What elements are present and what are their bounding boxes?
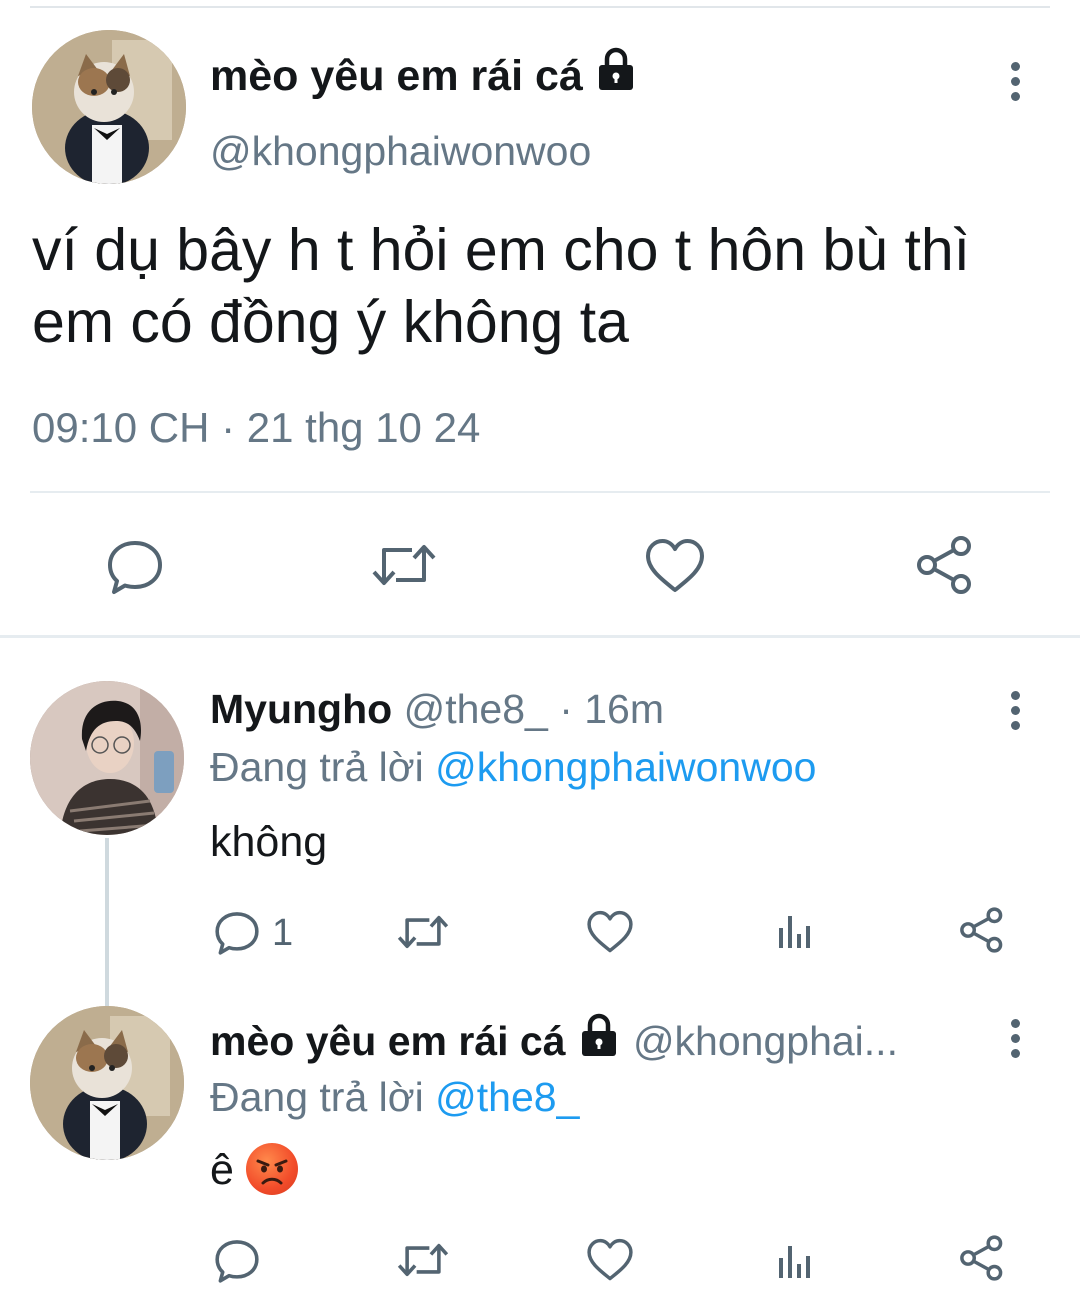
avatar[interactable] [32, 30, 186, 184]
handle: @khongphai... [632, 1017, 898, 1064]
replying-label: Đang trả lời [210, 744, 424, 790]
display-name[interactable]: mèo yêu em rái cá [210, 1018, 566, 1064]
reply-header[interactable]: mèo yêu em rái cá @khongphai... [210, 1013, 898, 1072]
analytics-icon[interactable] [776, 1240, 816, 1285]
display-name[interactable]: Myungho [210, 686, 392, 732]
share-icon[interactable] [914, 534, 976, 601]
reply-count: 1 [272, 912, 294, 954]
mention-link[interactable]: @khongphaiwonwoo [435, 744, 816, 790]
reply-text-content: ê [210, 1146, 234, 1194]
reply-text: ê [210, 1142, 298, 1199]
timestamp[interactable]: 09:10 CH · 21 thg 10 24 [32, 404, 480, 452]
display-name[interactable]: mèo yêu em rái cá [210, 47, 639, 107]
display-name-text: mèo yêu em rái cá [210, 51, 583, 100]
avatar[interactable] [30, 1006, 184, 1160]
handle[interactable]: @khongphaiwonwoo [210, 128, 591, 175]
retweet-icon[interactable] [396, 910, 450, 959]
analytics-icon[interactable] [776, 910, 816, 955]
reply-icon[interactable] [106, 538, 164, 601]
share-icon[interactable] [958, 1234, 1006, 1287]
avatar[interactable] [30, 681, 184, 835]
reply-icon[interactable] [214, 1238, 260, 1289]
replying-to: Đang trả lời @the8_ [210, 1074, 579, 1121]
heart-icon[interactable] [644, 538, 706, 599]
reply-icon[interactable] [214, 910, 260, 961]
retweet-icon[interactable] [396, 1238, 450, 1287]
tweet-text: ví dụ bây h t hỏi em cho t hôn bù thì em… [32, 217, 971, 355]
replying-to: Đang trả lời @khongphaiwonwoo [210, 744, 816, 791]
more-vertical-icon[interactable] [1006, 689, 1026, 733]
heart-icon[interactable] [586, 910, 634, 959]
lock-icon [576, 1012, 622, 1068]
handle-and-time: @the8_ · 16m [403, 686, 665, 732]
main-tweet: mèo yêu em rái cá @khongphaiwonwoo ví dụ… [0, 0, 1080, 636]
reply-text: không [210, 818, 328, 866]
share-icon[interactable] [958, 906, 1006, 959]
section-divider [0, 635, 1080, 638]
heart-icon[interactable] [586, 1238, 634, 1287]
divider [30, 491, 1050, 493]
angry-face-emoji [245, 1142, 298, 1195]
mention-link[interactable]: @the8_ [435, 1074, 579, 1120]
lock-icon [593, 46, 639, 103]
retweet-icon[interactable] [370, 538, 438, 597]
more-vertical-icon[interactable] [1006, 60, 1026, 104]
replying-label: Đang trả lời [210, 1074, 424, 1120]
more-vertical-icon[interactable] [1006, 1017, 1026, 1061]
thread-line [105, 838, 109, 1006]
reply-header[interactable]: Myungho @the8_ · 16m [210, 686, 664, 733]
